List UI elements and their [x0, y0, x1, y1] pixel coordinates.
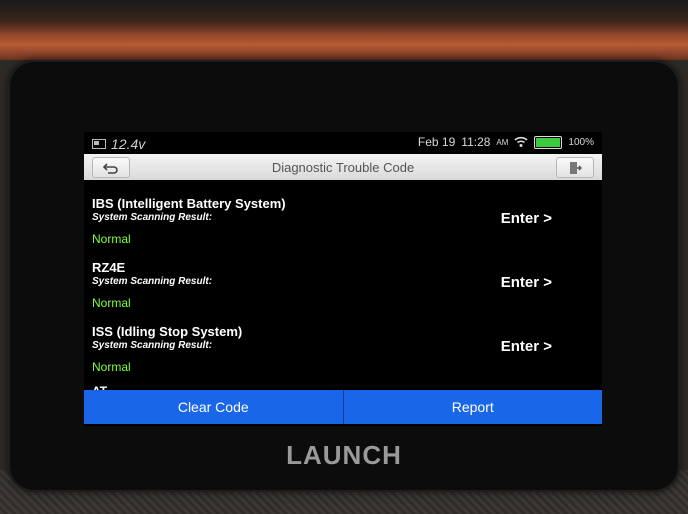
clear-code-button[interactable]: Clear Code: [84, 390, 343, 424]
background-surface-top: [0, 0, 688, 60]
enter-button[interactable]: Enter >: [501, 210, 552, 227]
device-screen: 12.4v Feb 19 11:28 AM 100% Diagnostic Tr…: [84, 132, 602, 426]
enter-button[interactable]: Enter >: [501, 274, 552, 291]
exit-button[interactable]: [556, 157, 594, 178]
status-ampm: AM: [496, 137, 509, 147]
system-status: Normal: [92, 360, 131, 374]
page-title: Diagnostic Trouble Code: [271, 160, 415, 175]
system-subtitle: System Scanning Result:: [92, 340, 213, 351]
system-status: Normal: [92, 232, 131, 246]
system-name: IBS (Intelligent Battery System): [92, 196, 286, 211]
brand-logo: LAUNCH: [286, 440, 402, 470]
system-list: IBS (Intelligent Battery System) System …: [84, 180, 602, 390]
status-bar: 12.4v Feb 19 11:28 AM 100%: [84, 132, 602, 154]
system-status: Normal: [92, 296, 131, 310]
system-row-iss: ISS (Idling Stop System) System Scanning…: [92, 324, 592, 388]
system-row-ibs: IBS (Intelligent Battery System) System …: [92, 196, 592, 260]
action-bar: Clear Code Report: [84, 390, 602, 424]
system-subtitle: System Scanning Result:: [92, 276, 213, 287]
enter-button[interactable]: Enter >: [501, 338, 552, 355]
system-subtitle: System Scanning Result:: [92, 212, 213, 223]
battery-icon: [534, 135, 563, 149]
status-date: Feb 19: [417, 135, 456, 149]
battery-percent: 100%: [568, 136, 594, 148]
title-bar: Diagnostic Trouble Code: [84, 154, 602, 180]
voltage-readout: 12.4v: [111, 136, 146, 152]
wifi-icon: [514, 136, 528, 147]
system-name: RZ4E: [92, 260, 126, 275]
exit-icon: [570, 161, 582, 174]
system-name: ISS (Idling Stop System): [92, 324, 243, 339]
report-button[interactable]: Report: [342, 390, 602, 424]
status-time: 11:28: [461, 135, 491, 149]
vehicle-battery-icon: [92, 139, 106, 149]
system-row-rz4e: RZ4E System Scanning Result: Normal Ente…: [92, 260, 592, 324]
